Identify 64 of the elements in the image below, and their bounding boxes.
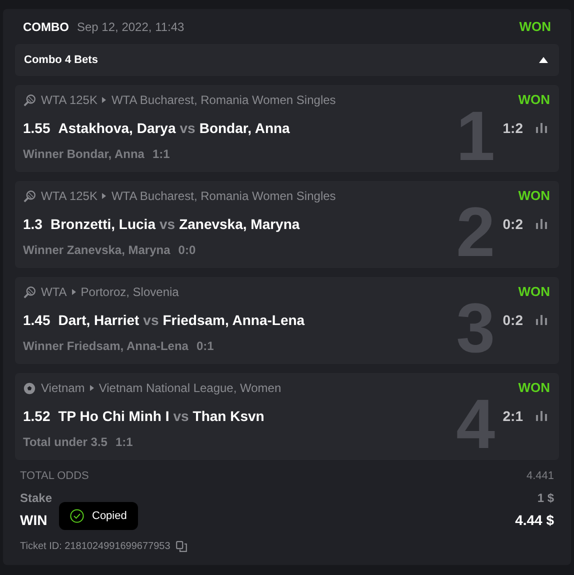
status-label: WON xyxy=(518,91,550,110)
market: Total under 3.5 xyxy=(23,434,108,451)
odds: 1.52 xyxy=(23,406,50,426)
home-team: Astakhova, Darya xyxy=(58,118,176,138)
tournament: WTA Bucharest, Romania Women Singles xyxy=(111,188,336,205)
vs-label: vs xyxy=(143,310,159,330)
score: 0:2 xyxy=(502,310,523,330)
status-label: WON xyxy=(518,379,550,398)
vs-label: vs xyxy=(159,214,176,234)
odds: 1.45 xyxy=(23,310,50,330)
category: WTA 125K xyxy=(41,92,98,109)
vs-label: vs xyxy=(180,118,196,138)
bar-chart-icon[interactable] xyxy=(535,122,548,134)
market-score: 0:1 xyxy=(196,338,214,355)
check-circle-icon xyxy=(70,509,84,523)
odds: 1.55 xyxy=(23,118,50,138)
odds: 1.3 xyxy=(23,214,42,234)
total-odds-value: 4.441 xyxy=(526,468,554,484)
away-team: Bondar, Anna xyxy=(199,118,290,138)
category: WTA 125K xyxy=(41,188,98,205)
category: WTA xyxy=(41,284,67,301)
soccer-ball-icon xyxy=(23,382,36,394)
tournament: WTA Bucharest, Romania Women Singles xyxy=(111,92,336,109)
score: 1:2 xyxy=(502,118,523,138)
chevron-right-icon xyxy=(102,193,106,199)
stake-label: Stake xyxy=(20,490,52,507)
win-value: 4.44 $ xyxy=(515,510,554,530)
combo-toggle[interactable]: Combo 4 Bets xyxy=(15,44,559,76)
away-team: Zanevska, Maryna xyxy=(179,214,300,234)
market: Winner Bondar, Anna xyxy=(23,146,144,163)
market: Winner Friedsam, Anna-Lena xyxy=(23,338,188,355)
score: 0:2 xyxy=(502,214,523,234)
category: Vietnam xyxy=(41,380,85,397)
bar-chart-icon[interactable] xyxy=(535,314,548,326)
win-label: WIN xyxy=(20,510,48,530)
bet-date: Sep 12, 2022, 11:43 xyxy=(77,19,184,36)
copied-toast: Copied xyxy=(59,502,138,530)
chevron-right-icon xyxy=(72,289,76,295)
status-label: WON xyxy=(519,18,551,36)
home-team: Dart, Harriet xyxy=(58,310,140,330)
total-odds-label: TOTAL ODDS xyxy=(20,468,89,484)
tournament: Vietnam National League, Women xyxy=(98,380,282,397)
status-label: WON xyxy=(518,283,550,302)
market-score: 1:1 xyxy=(152,146,170,163)
tournament: Portoroz, Slovenia xyxy=(80,284,179,301)
market: Winner Zanevska, Maryna xyxy=(23,242,170,259)
bar-chart-icon[interactable] xyxy=(535,410,548,422)
caret-icon xyxy=(539,57,548,63)
chevron-right-icon xyxy=(90,385,94,391)
stake-value: 1 $ xyxy=(537,490,554,507)
vs-label: vs xyxy=(173,406,189,426)
away-team: Friedsam, Anna-Lena xyxy=(162,310,305,330)
status-label: WON xyxy=(518,187,550,206)
market-score: 1:1 xyxy=(115,434,133,451)
ticket-id: Ticket ID: 2181024991699677953 xyxy=(20,540,170,554)
copy-icon[interactable] xyxy=(176,540,188,552)
away-team: Than Ksvn xyxy=(192,406,264,426)
chevron-right-icon xyxy=(102,97,106,103)
bar-chart-icon[interactable] xyxy=(535,218,548,230)
score: 2:1 xyxy=(502,406,523,426)
bet-type: COMBO xyxy=(23,19,69,36)
market-score: 0:0 xyxy=(178,242,196,259)
home-team: TP Ho Chi Minh I xyxy=(58,406,170,426)
home-team: Bronzetti, Lucia xyxy=(50,214,156,234)
